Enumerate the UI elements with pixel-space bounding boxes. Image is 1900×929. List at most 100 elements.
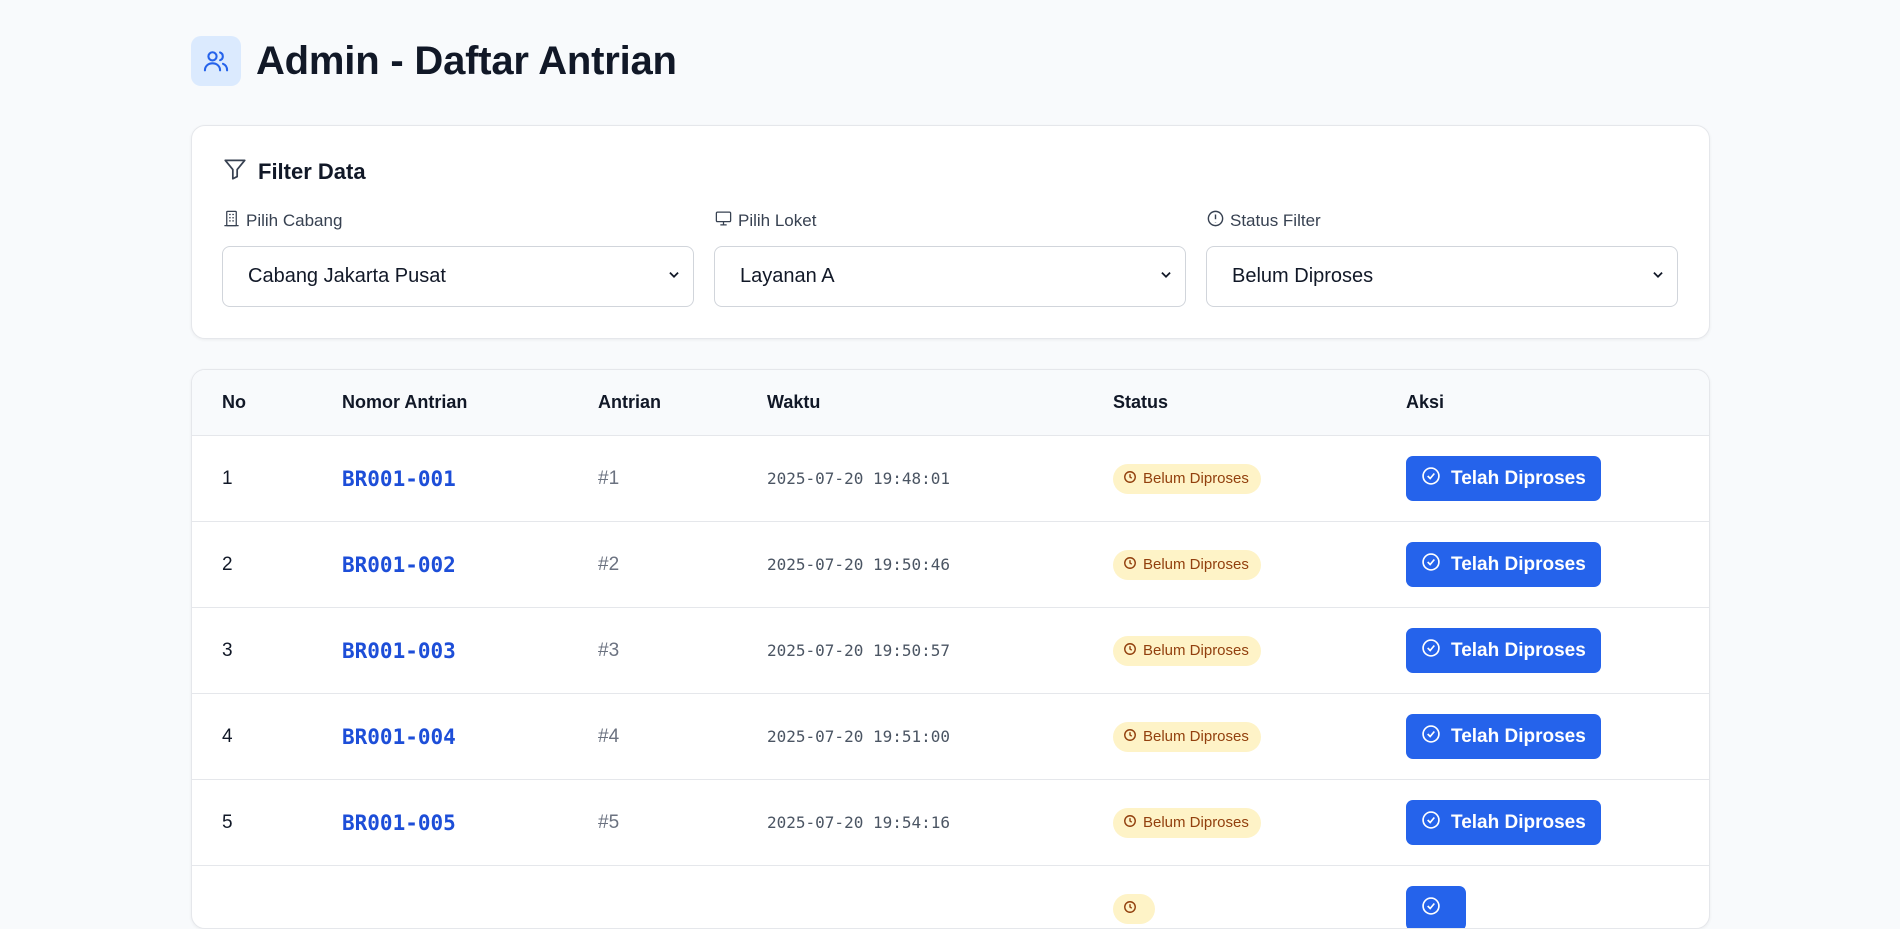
clock-icon <box>1123 470 1143 488</box>
counter-filter-label-row: Pilih Loket <box>714 210 1186 232</box>
action-cell: Telah Diproses <box>1406 800 1601 845</box>
status-cell: Belum Diproses <box>1113 549 1261 580</box>
status-badge-label: Belum Diproses <box>1143 556 1249 573</box>
filter-title-label: Filter Data <box>258 159 366 184</box>
check-circle-icon <box>1421 552 1451 578</box>
table-row: 3 BR001-003 #3 2025-07-20 19:50:57 Belum Dip… <box>192 608 1709 694</box>
status-select[interactable]: Belum Diproses <box>1206 246 1678 307</box>
table-row <box>192 866 1709 928</box>
status-badge: Belum Diproses <box>1113 549 1261 580</box>
branch-filter-label: Pilih Cabang <box>246 211 343 230</box>
clock-icon <box>1123 642 1143 660</box>
queue-time: 2025-07-20 19:51:00 <box>767 727 951 746</box>
status-badge: Belum Diproses <box>1113 807 1261 838</box>
queue-time: 2025-07-20 19:50:46 <box>767 555 951 574</box>
header-aksi: Aksi <box>1406 392 1445 412</box>
status-filter: Status Filter Belum Diproses <box>1206 210 1678 307</box>
queue-index: #5 <box>598 811 620 833</box>
filter-grid: Pilih Cabang Cabang Jakarta Pusat Pilih … <box>222 210 1679 307</box>
status-filter-label: Status Filter <box>1230 211 1321 230</box>
action-cell: Telah Diproses <box>1406 714 1601 759</box>
mark-processed-button[interactable]: Telah Diproses <box>1406 456 1601 501</box>
mark-processed-label: Telah Diproses <box>1451 467 1586 489</box>
mark-processed-label: Telah Diproses <box>1451 811 1586 833</box>
branch-filter: Pilih Cabang Cabang Jakarta Pusat <box>222 210 694 307</box>
mark-processed-button[interactable]: Telah Diproses <box>1406 800 1601 845</box>
status-badge-label: Belum Diproses <box>1143 814 1249 831</box>
status-cell <box>1113 893 1155 924</box>
queue-number-link[interactable]: BR001-003 <box>342 639 456 663</box>
queue-number-link[interactable]: BR001-001 <box>342 467 456 491</box>
check-circle-icon <box>1421 896 1451 922</box>
mark-processed-label: Telah Diproses <box>1451 553 1586 575</box>
status-badge-label: Belum Diproses <box>1143 642 1249 659</box>
queue-number-link[interactable]: BR001-002 <box>342 553 456 577</box>
status-cell: Belum Diproses <box>1113 721 1261 752</box>
queue-index: #2 <box>598 553 620 575</box>
status-badge: Belum Diproses <box>1113 721 1261 752</box>
queue-number-link[interactable]: BR001-004 <box>342 725 456 749</box>
chevron-down-icon <box>1159 265 1173 288</box>
queue-time: 2025-07-20 19:48:01 <box>767 469 951 488</box>
building-icon <box>222 209 246 233</box>
header-waktu: Waktu <box>767 392 821 412</box>
filter-title: Filter Data <box>222 156 1679 188</box>
status-cell: Belum Diproses <box>1113 463 1261 494</box>
chevron-down-icon <box>1651 265 1665 288</box>
clock-icon <box>1123 900 1143 918</box>
action-cell: Telah Diproses <box>1406 456 1601 501</box>
branch-filter-label-row: Pilih Cabang <box>222 210 694 232</box>
check-circle-icon <box>1421 638 1451 664</box>
clock-icon <box>1123 728 1143 746</box>
header-status: Status <box>1113 392 1169 412</box>
queue-time: 2025-07-20 19:50:57 <box>767 641 951 660</box>
status-badge <box>1113 893 1155 924</box>
action-cell: Telah Diproses <box>1406 628 1601 673</box>
queue-table: No Nomor Antrian Antrian Waktu Status Ak… <box>191 369 1710 929</box>
status-filter-label-row: Status Filter <box>1206 210 1678 232</box>
check-circle-icon <box>1421 466 1451 492</box>
filter-icon <box>222 156 258 188</box>
header-nomor-antrian: Nomor Antrian <box>342 392 468 412</box>
table-body: 1 BR001-001 #1 2025-07-20 19:48:01 Belum Dip… <box>192 436 1709 928</box>
status-cell: Belum Diproses <box>1113 635 1261 666</box>
clock-icon <box>1123 556 1143 574</box>
mark-processed-button[interactable]: Telah Diproses <box>1406 714 1601 759</box>
header-no: No <box>222 392 246 412</box>
queue-time: 2025-07-20 19:54:16 <box>767 813 951 832</box>
header-antrian: Antrian <box>598 392 661 412</box>
mark-processed-label: Telah Diproses <box>1451 639 1586 661</box>
row-no: 5 <box>222 811 233 833</box>
counter-select[interactable]: Layanan A <box>714 246 1186 307</box>
queue-index: #4 <box>598 725 620 747</box>
branch-select-value: Cabang Jakarta Pusat <box>248 265 446 287</box>
mark-processed-button[interactable] <box>1406 886 1466 928</box>
status-badge: Belum Diproses <box>1113 635 1261 666</box>
table-row: 1 BR001-001 #1 2025-07-20 19:48:01 Belum Dip… <box>192 436 1709 522</box>
queue-index: #1 <box>598 467 620 489</box>
counter-filter: Pilih Loket Layanan A <box>714 210 1186 307</box>
mark-processed-button[interactable]: Telah Diproses <box>1406 542 1601 587</box>
table-row: 2 BR001-002 #2 2025-07-20 19:50:46 Belum Dip… <box>192 522 1709 608</box>
clock-icon <box>1123 814 1143 832</box>
page-header: Admin - Daftar Antrian <box>191 0 1710 122</box>
row-no: 2 <box>222 553 233 575</box>
table-row: 4 BR001-004 #4 2025-07-20 19:51:00 Belum Dip… <box>192 694 1709 780</box>
queue-index: #3 <box>598 639 620 661</box>
counter-filter-label: Pilih Loket <box>738 211 817 230</box>
action-cell: Telah Diproses <box>1406 542 1601 587</box>
mark-processed-button[interactable]: Telah Diproses <box>1406 628 1601 673</box>
page-title: Admin - Daftar Antrian <box>256 38 677 83</box>
chevron-down-icon <box>667 265 681 288</box>
page-container: Admin - Daftar Antrian <box>191 0 1710 122</box>
status-cell: Belum Diproses <box>1113 807 1261 838</box>
queue-number-link[interactable]: BR001-005 <box>342 811 456 835</box>
action-cell <box>1406 886 1466 928</box>
alert-circle-icon <box>1206 209 1230 233</box>
status-badge: Belum Diproses <box>1113 463 1261 494</box>
branch-select[interactable]: Cabang Jakarta Pusat <box>222 246 694 307</box>
row-no: 1 <box>222 467 233 489</box>
check-circle-icon <box>1421 724 1451 750</box>
monitor-icon <box>714 209 738 233</box>
table-header: No Nomor Antrian Antrian Waktu Status Ak… <box>192 370 1709 436</box>
